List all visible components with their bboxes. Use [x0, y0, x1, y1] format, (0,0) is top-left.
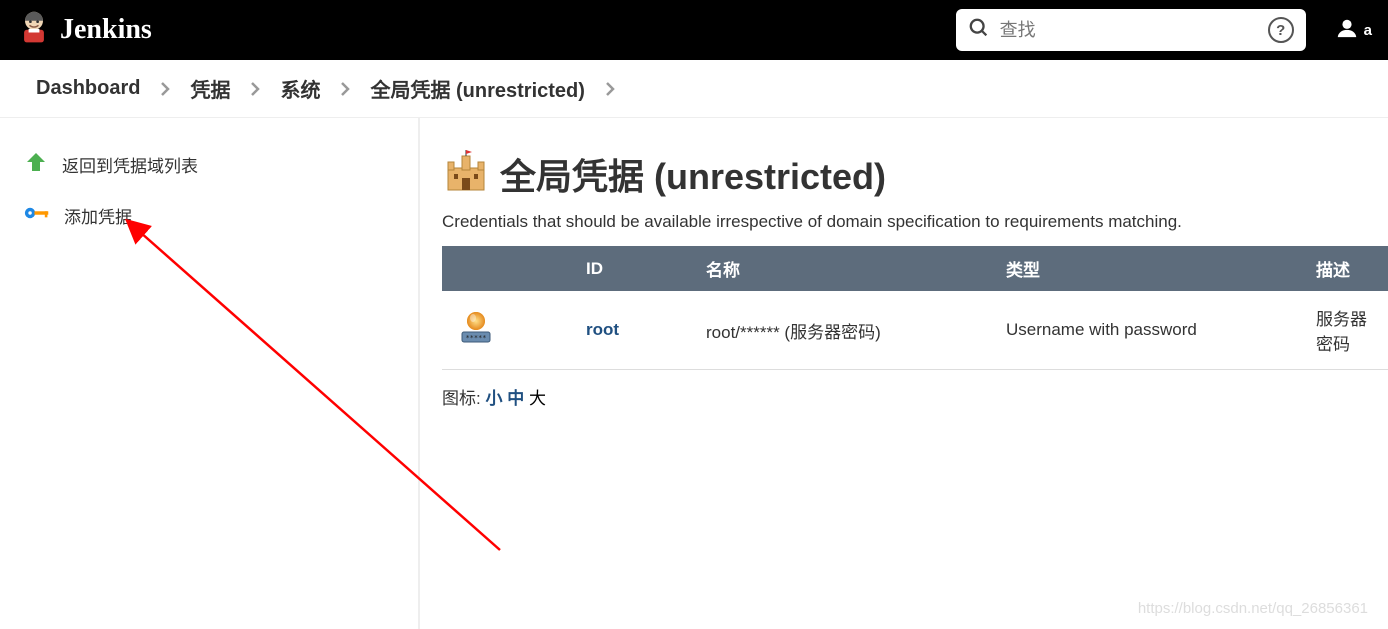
sidebar-item-back[interactable]: 返回到凭据域列表	[0, 138, 418, 191]
col-desc[interactable]: 描述	[1302, 246, 1388, 291]
page-description: Credentials that should be available irr…	[442, 212, 1388, 232]
brand-text: Jenkins	[60, 14, 152, 46]
sidebar-item-add-credential[interactable]: 添加凭据	[0, 191, 418, 240]
credentials-table: ID 名称 类型 描述 *****	[442, 246, 1388, 370]
castle-icon	[442, 148, 490, 200]
cell-desc: 服务器密码	[1302, 291, 1388, 370]
key-icon	[24, 203, 50, 228]
icon-size-large[interactable]: 大	[529, 389, 546, 408]
sidebar: 返回到凭据域列表 添加凭据	[0, 118, 420, 629]
icon-size-medium[interactable]: 中	[507, 389, 524, 408]
col-icon[interactable]	[442, 246, 572, 291]
cell-name: root/****** (服务器密码)	[692, 291, 992, 370]
page-title: 全局凭据 (unrestricted)	[500, 148, 886, 200]
cell-icon: *****	[442, 291, 572, 370]
svg-text:*****: *****	[465, 334, 486, 342]
icon-size-small[interactable]: 小	[485, 389, 502, 408]
search-icon	[968, 17, 990, 43]
col-type[interactable]: 类型	[992, 246, 1302, 291]
chevron-right-icon	[152, 82, 178, 96]
top-header: Jenkins ? a	[0, 0, 1388, 60]
crumb-global[interactable]: 全局凭据 (unrestricted)	[362, 70, 592, 107]
icon-size-label: 图标:	[442, 389, 481, 408]
cell-type: Username with password	[992, 291, 1302, 370]
crumb-dashboard[interactable]: Dashboard	[28, 73, 148, 104]
sidebar-item-label: 添加凭据	[64, 203, 132, 228]
table-row[interactable]: ***** root root/****** (服务器密码) Username …	[442, 291, 1388, 370]
crumb-credentials[interactable]: 凭据	[182, 70, 238, 107]
chevron-right-icon	[242, 82, 268, 96]
crumb-system[interactable]: 系统	[272, 70, 328, 107]
user-menu[interactable]: a	[1336, 17, 1372, 43]
jenkins-logo[interactable]: Jenkins	[16, 8, 152, 52]
chevron-right-icon	[332, 82, 358, 96]
icon-size-picker: 图标: 小 中 大	[442, 384, 1388, 409]
up-arrow-icon	[24, 150, 48, 179]
main-content: 全局凭据 (unrestricted) Credentials that sho…	[420, 118, 1388, 629]
user-icon	[1336, 17, 1358, 43]
breadcrumb: Dashboard 凭据 系统 全局凭据 (unrestricted)	[0, 60, 1388, 118]
help-icon[interactable]: ?	[1268, 17, 1294, 43]
chevron-right-icon	[597, 82, 623, 96]
col-name[interactable]: 名称	[692, 246, 992, 291]
jenkins-icon	[16, 8, 52, 52]
col-id[interactable]: ID	[572, 246, 692, 291]
search-input[interactable]	[1000, 20, 1258, 41]
watermark: https://blog.csdn.net/qq_26856361	[1138, 600, 1368, 617]
cell-id[interactable]: root	[572, 291, 692, 370]
sidebar-item-label: 返回到凭据域列表	[62, 152, 198, 177]
search-box[interactable]: ?	[956, 9, 1306, 51]
user-label: a	[1364, 22, 1372, 39]
